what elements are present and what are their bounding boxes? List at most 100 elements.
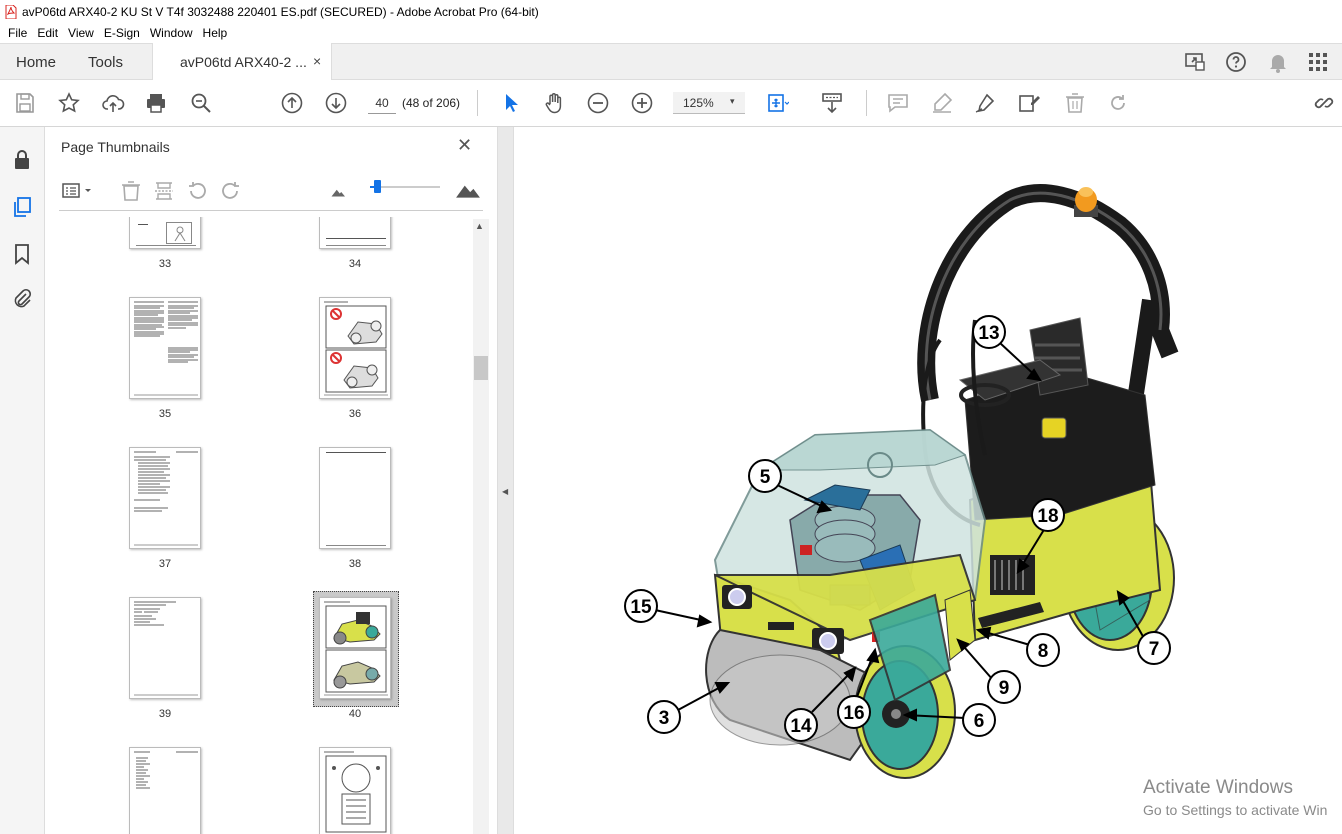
slider-handle[interactable] — [374, 180, 381, 193]
zoom-level-value: 125% — [683, 96, 714, 110]
thumbnail-list: 33 34 35 36 37 38 39 40 — [59, 217, 479, 834]
link-tool-icon[interactable] — [1312, 91, 1336, 115]
print-icon[interactable] — [144, 91, 168, 115]
lock-icon[interactable] — [10, 148, 34, 172]
thumbnail-size-slider[interactable] — [370, 180, 440, 193]
toolbar-divider — [866, 90, 867, 116]
close-panel-icon[interactable]: ✕ — [457, 135, 472, 156]
thumbnail-page-number: 34 — [348, 258, 362, 270]
window-title: avP06td ARX40-2 KU St V T4f 3032488 2204… — [22, 4, 539, 19]
page-thumbnail[interactable] — [129, 447, 201, 549]
callout-label: 13 — [978, 323, 999, 344]
bookmarks-icon[interactable] — [10, 242, 34, 266]
title-bar: avP06td ARX40-2 KU St V T4f 3032488 2204… — [0, 0, 1342, 23]
menu-bar: File Edit View E-Sign Window Help — [0, 23, 1342, 43]
menu-view[interactable]: View — [68, 26, 94, 40]
larger-thumbnails-icon[interactable] — [455, 177, 480, 201]
close-tab-icon[interactable]: × — [313, 53, 321, 69]
callout-label: 18 — [1037, 506, 1058, 527]
rotate-counterclockwise-icon[interactable] — [185, 179, 209, 203]
thumbnail-page-number: 38 — [348, 558, 362, 570]
page-number-input[interactable] — [368, 92, 396, 114]
thumbnail-options-menu-icon[interactable] — [61, 179, 95, 203]
tab-home[interactable]: Home — [16, 54, 56, 71]
attachments-paperclip-icon[interactable] — [10, 287, 34, 311]
tab-document-label: avP06td ARX40-2 ... — [180, 54, 307, 70]
main-toolbar: (48 of 206) 125% ▾ — [0, 80, 1342, 127]
page-thumbnail[interactable] — [319, 747, 391, 834]
scrollbar-thumb[interactable] — [474, 356, 488, 380]
draw-pen-icon[interactable] — [973, 91, 997, 115]
activate-windows-title: Activate Windows — [1143, 777, 1293, 798]
page-count-label: (48 of 206) — [402, 96, 461, 110]
fit-page-icon[interactable] — [765, 91, 790, 115]
pdf-file-icon — [5, 4, 17, 19]
callout-label: 6 — [974, 711, 985, 732]
activate-windows-subtitle: Go to Settings to activate Win — [1143, 802, 1328, 818]
page-thumbnails-icon[interactable] — [10, 195, 34, 219]
apps-grid-icon[interactable] — [1306, 50, 1330, 74]
thumbnail-page-number: 33 — [158, 258, 172, 270]
menu-help[interactable]: Help — [203, 26, 228, 40]
redo-icon[interactable] — [1106, 91, 1130, 115]
page-thumbnail[interactable] — [319, 297, 391, 399]
zoom-search-icon[interactable] — [189, 91, 213, 115]
callout-label: 14 — [790, 716, 812, 737]
page-thumbnail[interactable] — [129, 597, 201, 699]
edit-stamp-icon[interactable] — [1017, 91, 1041, 115]
delete-page-icon[interactable] — [119, 179, 143, 203]
thumbnail-figure — [166, 222, 192, 244]
toolbar-divider — [477, 90, 478, 116]
menu-window[interactable]: Window — [150, 26, 193, 40]
panel-splitter[interactable]: ◀ — [497, 127, 514, 834]
next-page-icon[interactable] — [324, 91, 348, 115]
share-screen-icon[interactable] — [1183, 50, 1207, 74]
help-icon[interactable] — [1224, 50, 1248, 74]
panel-title: Page Thumbnails — [61, 139, 170, 155]
callout-label: 15 — [630, 597, 652, 618]
menu-file[interactable]: File — [8, 26, 27, 40]
extract-pages-icon[interactable] — [152, 179, 176, 203]
document-view[interactable]: 13 5 18 15 8 7 9 3 16 6 14 — [514, 127, 1342, 834]
delete-trash-icon[interactable] — [1063, 91, 1087, 115]
thumbnail-page-number: 37 — [158, 558, 172, 570]
tab-document[interactable]: avP06td ARX40-2 ... × — [152, 43, 332, 80]
collapse-panel-arrow-icon[interactable]: ◀ — [502, 487, 508, 496]
page-thumbnail[interactable] — [129, 747, 201, 834]
smaller-thumbnails-icon[interactable] — [330, 183, 354, 207]
comment-icon[interactable] — [886, 91, 910, 115]
page-thumbnail[interactable] — [129, 217, 201, 249]
scroll-up-arrow-icon[interactable]: ▲ — [475, 221, 484, 231]
thumbnail-page-number: 39 — [158, 708, 172, 720]
save-icon[interactable] — [13, 91, 37, 115]
rotate-clockwise-icon[interactable] — [219, 179, 243, 203]
thumbnail-page-number: 35 — [158, 408, 172, 420]
thumbnail-scrollbar[interactable]: ▲ — [473, 219, 489, 834]
previous-page-icon[interactable] — [280, 91, 304, 115]
zoom-in-icon[interactable] — [630, 91, 654, 115]
zoom-out-icon[interactable] — [586, 91, 610, 115]
hand-pan-icon[interactable] — [542, 91, 566, 115]
tab-tools[interactable]: Tools — [88, 54, 123, 71]
highlight-pen-icon[interactable] — [930, 91, 954, 115]
page-thumbnail[interactable] — [319, 447, 391, 549]
notifications-bell-icon[interactable] — [1266, 50, 1290, 74]
bookmark-star-icon[interactable] — [57, 91, 81, 115]
page-thumbnail[interactable] — [129, 297, 201, 399]
select-cursor-icon[interactable] — [499, 91, 523, 115]
page-thumbnail-selected[interactable] — [319, 597, 391, 699]
zoom-level-dropdown[interactable]: 125% ▾ — [673, 92, 745, 114]
scroll-mode-icon[interactable] — [820, 91, 844, 115]
machine-illustration: 13 5 18 15 8 7 9 3 16 6 14 — [624, 184, 1179, 779]
menu-esign[interactable]: E-Sign — [104, 26, 140, 40]
callout-label: 5 — [760, 467, 771, 488]
menu-edit[interactable]: Edit — [37, 26, 58, 40]
tab-bar: Home Tools avP06td ARX40-2 ... × — [0, 43, 1342, 80]
thumbnail-toolbar — [59, 175, 483, 211]
chevron-down-icon: ▾ — [730, 96, 735, 106]
callout-label: 16 — [843, 703, 864, 724]
page-thumbnails-panel: Page Thumbnails ✕ 33 34 35 36 37 38 39 4… — [45, 127, 497, 834]
callout-label: 9 — [999, 678, 1010, 699]
page-thumbnail[interactable] — [319, 217, 391, 249]
upload-cloud-icon[interactable] — [101, 91, 125, 115]
